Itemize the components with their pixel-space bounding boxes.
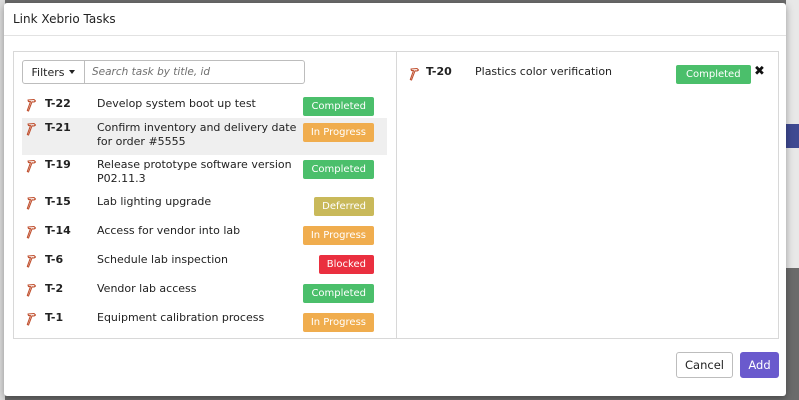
filters-dropdown-button[interactable]: Filters — [22, 60, 85, 84]
task-id: T-19 — [45, 158, 71, 171]
status-badge: In Progress — [302, 226, 374, 245]
task-title: Confirm inventory and delivery date for … — [97, 121, 297, 148]
cancel-button[interactable]: Cancel — [676, 352, 733, 378]
add-button[interactable]: Add — [740, 352, 779, 378]
hammer-icon — [26, 196, 37, 210]
hammer-icon — [26, 225, 37, 239]
task-row[interactable]: T-1 Equipment calibration process In Progr… — [22, 308, 387, 337]
task-row[interactable]: T-2 Vendor lab access Completed — [22, 279, 387, 308]
task-list: T-22 Develop system boot up test Completed… — [22, 94, 387, 337]
task-title: Release prototype software version P02.1… — [97, 158, 292, 185]
link-tasks-modal: Link Xebrio Tasks Filters T-22 Develop sy… — [4, 3, 786, 396]
status-badge: Completed — [676, 65, 751, 84]
selected-task-id: T-20 — [426, 65, 452, 78]
selected-tasks-panel: T-20 Plastics color verification Complet… — [397, 52, 778, 338]
task-panels: Filters T-22 Develop system boot up test C… — [13, 51, 779, 339]
task-title: Lab lighting upgrade — [97, 195, 212, 208]
task-row[interactable]: T-21 Confirm inventory and delivery date … — [22, 118, 387, 155]
task-title: Vendor lab access — [97, 282, 197, 295]
filters-label: Filters — [31, 65, 65, 79]
status-badge: Completed — [303, 284, 374, 303]
status-badge: In Progress — [302, 123, 374, 142]
selected-task-row: T-20 Plastics color verification Complet… — [409, 64, 769, 88]
status-badge: Blocked — [318, 255, 374, 274]
status-badge: Deferred — [314, 197, 374, 216]
hammer-icon — [26, 159, 37, 173]
hammer-icon — [26, 122, 37, 136]
background-button — [784, 124, 799, 148]
task-row[interactable]: T-19 Release prototype software version P… — [22, 155, 387, 192]
hammer-icon — [26, 312, 37, 326]
status-badge: Completed — [303, 160, 374, 179]
status-badge: In Progress — [302, 313, 374, 332]
task-search-input[interactable] — [85, 60, 305, 84]
task-row[interactable]: T-6 Schedule lab inspection Blocked — [22, 250, 387, 279]
task-id: T-1 — [45, 311, 64, 324]
modal-header: Link Xebrio Tasks — [4, 3, 786, 36]
task-id: T-6 — [45, 253, 64, 266]
task-id: T-2 — [45, 282, 64, 295]
hammer-icon — [26, 98, 37, 112]
task-title: Develop system boot up test — [97, 97, 256, 110]
task-id: T-15 — [45, 195, 71, 208]
task-id: T-21 — [45, 121, 71, 134]
task-title: Access for vendor into lab — [97, 224, 241, 237]
caret-down-icon — [69, 70, 76, 74]
task-title: Equipment calibration process — [97, 311, 265, 324]
hammer-icon — [26, 283, 37, 297]
close-icon[interactable]: ✖ — [754, 64, 765, 80]
task-row[interactable]: T-15 Lab lighting upgrade Deferred — [22, 192, 387, 221]
selected-task-title: Plastics color verification — [475, 65, 613, 78]
task-id: T-22 — [45, 97, 71, 110]
hammer-icon — [26, 254, 37, 268]
task-title: Schedule lab inspection — [97, 253, 228, 266]
task-row[interactable]: T-14 Access for vendor into lab In Progres… — [22, 221, 387, 250]
filter-bar: Filters — [22, 60, 305, 84]
status-badge: Completed — [303, 97, 374, 116]
hammer-icon — [409, 67, 420, 81]
task-id: T-14 — [45, 224, 71, 237]
task-row[interactable]: T-22 Develop system boot up test Completed — [22, 94, 387, 118]
modal-title: Link Xebrio Tasks — [13, 12, 116, 26]
available-tasks-panel: Filters T-22 Develop system boot up test C… — [14, 52, 397, 338]
